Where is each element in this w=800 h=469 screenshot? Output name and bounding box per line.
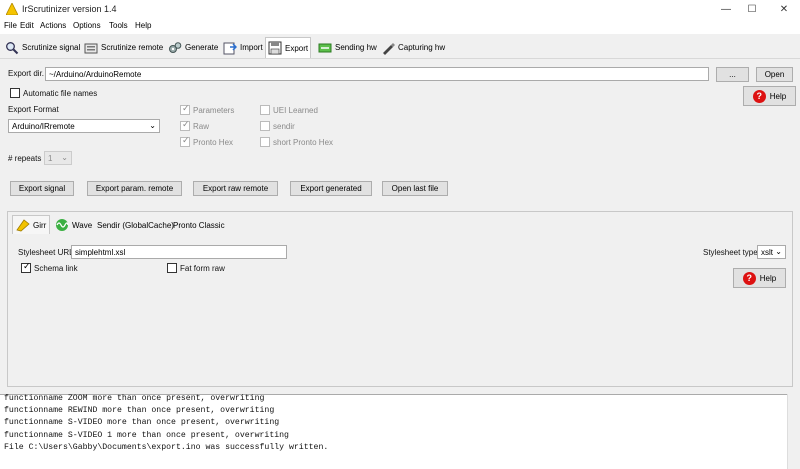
tab-label: Import bbox=[240, 43, 263, 52]
girr-icon bbox=[16, 219, 30, 232]
console-log[interactable]: functionname ZOOM more than once present… bbox=[0, 394, 800, 469]
menu-edit[interactable]: Edit bbox=[20, 21, 34, 30]
gears-icon bbox=[169, 41, 182, 53]
tab-label: Wave bbox=[72, 220, 93, 230]
tab-scrutinize-signal[interactable]: Scrutinize signal bbox=[3, 38, 82, 57]
menu-tools[interactable]: Tools bbox=[109, 21, 128, 30]
tab-label: Girr bbox=[33, 220, 47, 230]
export-format-select[interactable]: Arduino/IRremote ⌄ bbox=[8, 119, 160, 133]
export-signal-button[interactable]: Export signal bbox=[10, 181, 74, 196]
tab-girr[interactable]: Girr bbox=[12, 215, 51, 234]
tab-sending-hw[interactable]: Sending hw bbox=[316, 38, 379, 57]
raw-label: Raw bbox=[193, 122, 210, 131]
browse-button[interactable]: ... bbox=[716, 67, 749, 82]
tab-label: Generate bbox=[185, 43, 219, 52]
wave-icon bbox=[56, 219, 69, 231]
help-icon: ? bbox=[752, 89, 766, 103]
window-title: IrScrutinizer version 1.4 bbox=[22, 4, 117, 14]
menu-help[interactable]: Help bbox=[135, 21, 151, 30]
export-raw-remote-button[interactable]: Export raw remote bbox=[193, 181, 278, 196]
tab-wave[interactable]: Wave bbox=[52, 216, 95, 234]
stylesheet-type-value: xslt bbox=[761, 248, 773, 257]
log-line: File C:\Users\Gabby\Documents\export.ino… bbox=[4, 443, 329, 452]
tab-import[interactable]: Import bbox=[221, 38, 265, 57]
log-line: functionname ZOOM more than once present… bbox=[4, 394, 265, 403]
help-button[interactable]: ? Help bbox=[743, 86, 796, 106]
tab-scrutinize-remote[interactable]: Scrutinize remote bbox=[82, 38, 165, 57]
stylesheet-url-field[interactable]: simplehtml.xsl bbox=[71, 245, 287, 259]
chevron-down-icon: ⌄ bbox=[775, 247, 782, 256]
log-line: functionname S-VIDEO 1 more than once pr… bbox=[4, 431, 289, 440]
schema-link-label: Schema link bbox=[34, 264, 78, 273]
chevron-down-icon: ⌄ bbox=[61, 153, 68, 162]
short-pronto-hex-checkbox[interactable] bbox=[260, 137, 270, 147]
tab-pronto-classic[interactable]: Pronto Classic bbox=[170, 216, 228, 234]
maximize-button[interactable]: ☐ bbox=[736, 0, 768, 19]
girr-help-button[interactable]: ? Help bbox=[733, 268, 786, 288]
stylesheet-type-label: Stylesheet type bbox=[703, 248, 758, 257]
uei-learned-checkbox[interactable] bbox=[260, 105, 270, 115]
parameters-label: Parameters bbox=[193, 106, 235, 115]
log-line: functionname S-VIDEO more than once pres… bbox=[4, 418, 280, 427]
remote-icon bbox=[84, 43, 98, 53]
floppy-icon bbox=[268, 41, 282, 55]
pen-icon bbox=[383, 42, 395, 55]
tab-label: Capturing hw bbox=[398, 43, 446, 52]
parameters-checkbox[interactable]: ✓ bbox=[180, 103, 190, 115]
menu-file[interactable]: File bbox=[4, 21, 17, 30]
title-bar: IrScrutinizer version 1.4 — ☐ ✕ bbox=[0, 0, 800, 19]
stylesheet-url-label: Stylesheet URL bbox=[18, 248, 74, 257]
schema-link-checkbox[interactable]: ✓ bbox=[21, 261, 31, 273]
tab-label: Sending hw bbox=[335, 43, 377, 52]
import-icon bbox=[223, 42, 237, 54]
tab-label: Export bbox=[285, 43, 309, 53]
repeats-value: 1 bbox=[48, 154, 53, 163]
help-icon: ? bbox=[742, 271, 756, 285]
repeats-label: # repeats bbox=[8, 154, 42, 163]
help-label: Help bbox=[769, 91, 787, 101]
close-button[interactable]: ✕ bbox=[768, 0, 800, 19]
menu-bar: File Edit Actions Options Tools Help bbox=[0, 19, 800, 34]
tab-capturing-hw[interactable]: Capturing hw bbox=[379, 38, 447, 57]
send-icon bbox=[318, 43, 332, 52]
tab-label: Pronto Classic bbox=[173, 220, 225, 230]
menu-options[interactable]: Options bbox=[73, 21, 101, 30]
auto-file-names-label: Automatic file names bbox=[23, 89, 98, 98]
tab-export[interactable]: Export bbox=[265, 37, 312, 58]
menu-actions[interactable]: Actions bbox=[40, 21, 66, 30]
tab-label: Sendir (GlobalCache) bbox=[97, 220, 174, 230]
raw-checkbox[interactable]: ✓ bbox=[180, 119, 190, 131]
tab-label: Scrutinize remote bbox=[101, 43, 164, 52]
repeats-select[interactable]: 1 ⌄ bbox=[44, 151, 72, 165]
stylesheet-type-select[interactable]: xslt ⌄ bbox=[757, 245, 786, 259]
chevron-down-icon: ⌄ bbox=[149, 121, 156, 130]
export-param-remote-button[interactable]: Export param. remote bbox=[87, 181, 182, 196]
export-format-value: Arduino/IRremote bbox=[12, 122, 75, 131]
auto-file-names-checkbox[interactable] bbox=[10, 88, 20, 98]
short-pronto-hex-label: short Pronto Hex bbox=[273, 138, 334, 147]
sendir-label: sendir bbox=[273, 122, 295, 131]
log-line: functionname REWIND more than once prese… bbox=[4, 406, 275, 415]
export-generated-button[interactable]: Export generated bbox=[290, 181, 372, 196]
sendir-checkbox[interactable] bbox=[260, 121, 270, 131]
fat-form-raw-label: Fat form raw bbox=[180, 264, 225, 273]
open-last-file-button[interactable]: Open last file bbox=[382, 181, 448, 196]
export-dir-label: Export dir. bbox=[8, 69, 45, 78]
format-options-panel bbox=[7, 211, 793, 387]
app-icon bbox=[6, 3, 18, 15]
help-label: Help bbox=[759, 273, 777, 283]
pronto-hex-label: Pronto Hex bbox=[193, 138, 234, 147]
tab-label: Scrutinize signal bbox=[22, 43, 81, 52]
tab-generate[interactable]: Generate bbox=[166, 38, 220, 57]
fat-form-raw-checkbox[interactable] bbox=[167, 263, 177, 273]
magnifier-icon bbox=[6, 41, 19, 54]
uei-learned-label: UEI Learned bbox=[273, 106, 318, 115]
export-dir-field[interactable]: ~/Arduino/ArduinoRemote bbox=[45, 67, 709, 81]
log-scrollbar[interactable] bbox=[787, 394, 800, 469]
pronto-hex-checkbox[interactable]: ✓ bbox=[180, 135, 190, 147]
open-button[interactable]: Open bbox=[756, 67, 793, 82]
tab-sendir[interactable]: Sendir (GlobalCache) bbox=[94, 216, 177, 234]
export-format-label: Export Format bbox=[8, 105, 59, 114]
